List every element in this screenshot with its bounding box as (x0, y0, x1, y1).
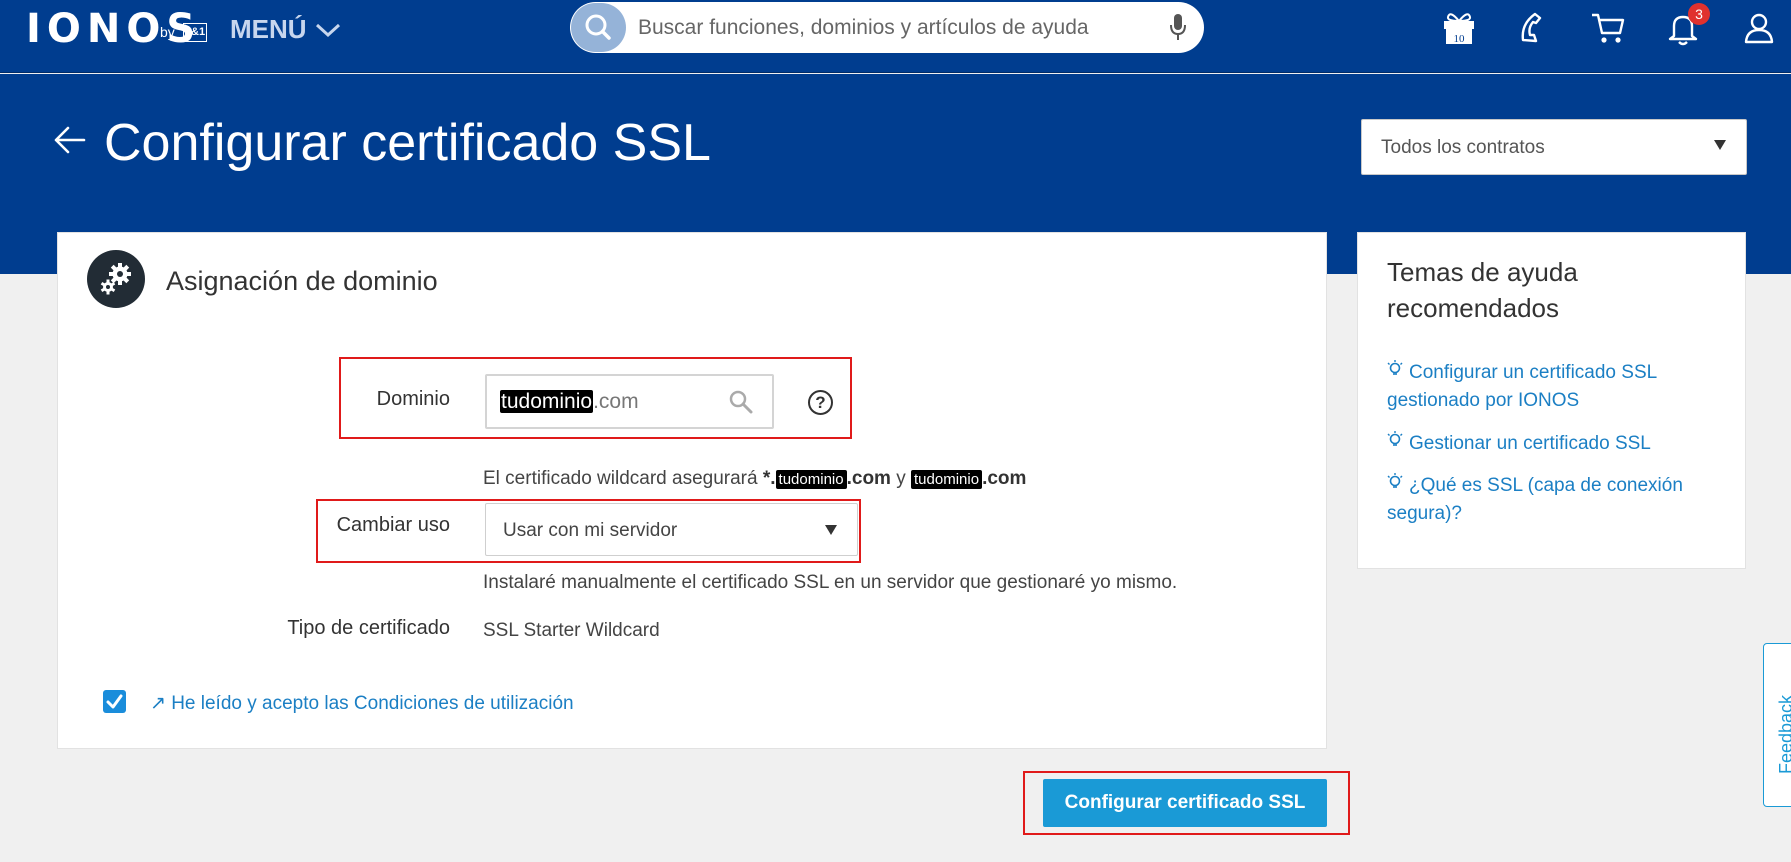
domain-search-field[interactable]: tudominio.com (485, 374, 774, 429)
account-button[interactable] (1739, 8, 1779, 48)
help-link-label: ¿Qué es SSL (capa de conexión segura)? (1387, 475, 1683, 524)
feedback-label: Feedback (1776, 694, 1791, 774)
cert-type-label: Tipo de certificado (287, 617, 450, 639)
masked-domain: tudominio (911, 470, 983, 489)
search-input[interactable] (638, 2, 1138, 53)
logo-by-text: by (160, 24, 175, 40)
masked-domain: tudominio (775, 470, 847, 489)
help-link-manage-ssl[interactable]: Gestionar un certificado SSL (1387, 430, 1717, 458)
help-title: Temas de ayuda recomendados (1387, 257, 1578, 323)
lightbulb-icon (1387, 360, 1403, 375)
help-link-what-is-ssl[interactable]: ¿Qué es SSL (capa de conexión segura)? (1387, 472, 1717, 528)
gift-count: 10 (1454, 33, 1466, 45)
chevron-down-icon (315, 23, 340, 37)
cert-type-value: SSL Starter Wildcard (483, 620, 660, 641)
user-icon (1744, 13, 1774, 44)
masked-domain: tudominio (500, 390, 594, 413)
microphone-icon[interactable] (1170, 14, 1186, 41)
help-link-configure-ssl[interactable]: Configurar un certificado SSL gestionado… (1387, 359, 1717, 415)
checkmark-icon (106, 694, 123, 709)
domain-suffix: .com (593, 390, 639, 413)
usage-value: Usar con mi servidor (503, 520, 678, 541)
back-arrow-icon[interactable] (54, 126, 86, 154)
usage-select[interactable]: Usar con mi servidor (485, 503, 858, 556)
logo-partner: 1&1 (183, 23, 207, 42)
wildcard-and: y (896, 468, 906, 489)
search-icon[interactable] (728, 389, 754, 415)
domain-value: tudominio.com (500, 390, 639, 414)
lightbulb-icon (1387, 431, 1403, 446)
dropdown-caret-icon (1714, 140, 1726, 150)
search-button[interactable] (571, 3, 626, 52)
menu-label: MENÚ (230, 14, 307, 44)
contract-filter-value: Todos los contratos (1381, 137, 1545, 158)
lightbulb-icon (1387, 473, 1403, 488)
wildcard-info: El certificado wildcard asegurará *. tudo… (483, 468, 1026, 490)
domain-label: Dominio (376, 388, 450, 410)
menu-button[interactable]: MENÚ (230, 14, 341, 45)
cart-icon (1592, 13, 1625, 43)
gift-icon: 10 (1444, 13, 1474, 45)
configure-ssl-button[interactable]: Configurar certificado SSL (1043, 779, 1327, 827)
help-link-label: Configurar un certificado SSL gestionado… (1387, 362, 1657, 411)
help-link-label: Gestionar un certificado SSL (1409, 433, 1651, 454)
wildcard-star: *. (762, 468, 776, 489)
dropdown-caret-icon (825, 525, 837, 535)
contract-filter-select[interactable]: Todos los contratos (1361, 119, 1747, 175)
search-icon (585, 14, 611, 40)
wildcard-com: .com (982, 468, 1027, 489)
gears-icon (87, 250, 145, 308)
terms-checkbox[interactable] (103, 690, 126, 713)
terms-link[interactable]: ↗ He leído y acepto las Condiciones de u… (150, 692, 574, 715)
help-question-icon[interactable]: ? (808, 390, 833, 415)
usage-label: Cambiar uso (336, 514, 450, 536)
phone-button[interactable] (1515, 8, 1555, 48)
search-bar (570, 2, 1204, 53)
domain-assignment-card (57, 232, 1327, 749)
usage-description: Instalaré manualmente el certificado SSL… (483, 572, 1178, 593)
phone-icon (1521, 12, 1542, 43)
cart-button[interactable] (1589, 8, 1629, 48)
section-title: Asignación de dominio (166, 266, 438, 296)
notification-badge: 3 (1688, 3, 1710, 25)
wildcard-prefix: El certificado wildcard asegurará (483, 468, 758, 489)
feedback-tab[interactable]: Feedback (1763, 643, 1791, 807)
ionos-logo[interactable]: IONOS (26, 6, 201, 52)
wildcard-com: .com (846, 468, 891, 489)
page-title: Configurar certificado SSL (104, 114, 711, 172)
gift-button[interactable]: 10 (1440, 8, 1480, 48)
